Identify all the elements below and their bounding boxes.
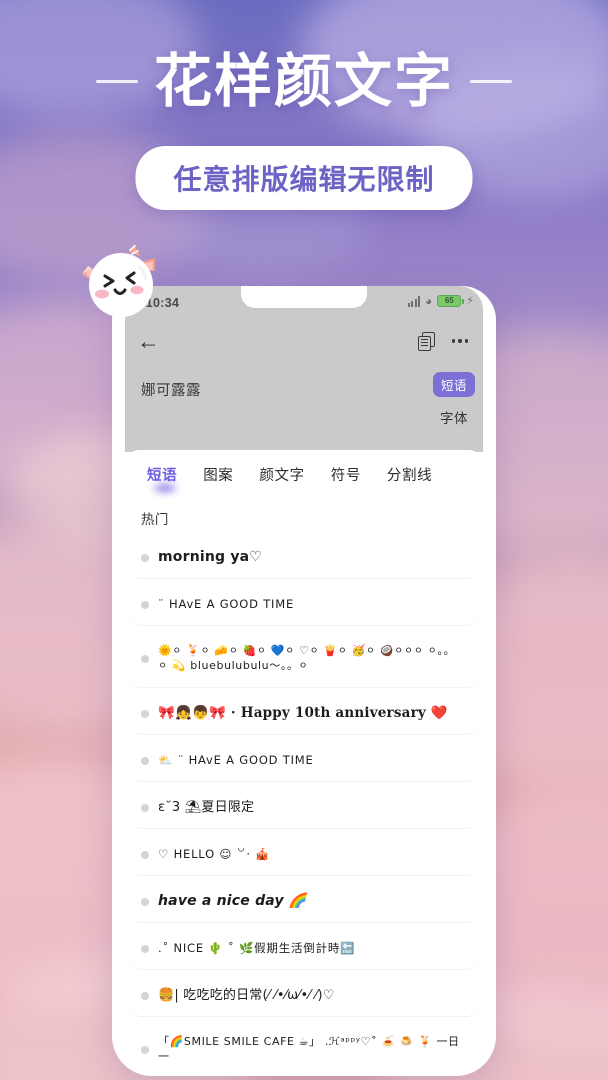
wifi-icon: ◕ [425,294,433,308]
tab-yanwenzi[interactable]: 颜文字 [246,464,317,485]
bullet-dot-icon [141,709,149,718]
list-item[interactable]: ¨ HAvE A GOOD TIME [133,584,475,625]
list-item-text: ⛅ ¨ HAvE A GOOD TIME [158,752,314,767]
list-item-text: morning ya♡ [158,549,263,566]
mascot-blush-right [130,285,144,295]
toolbar-actions [417,331,468,351]
content-sheet: 短语 图案 颜文字 符号 分割线 热门 morning ya♡ ¨ HAvE A… [125,450,483,1076]
bullet-dot-icon [141,1046,149,1054]
editor-content[interactable]: 娜可露露 [141,379,483,400]
phrase-badge[interactable]: 短语 [432,372,475,397]
bullet-dot-icon [141,944,149,953]
status-icons: ◕ 65 ⚡ [407,294,474,308]
status-bar: 午10:34 ◕ 65 ⚡ [125,286,483,316]
signal-icon [407,295,421,307]
promo-headline: 花样颜文字 [153,47,454,115]
bullet-dot-icon [141,850,149,859]
phone-screen: 午10:34 ◕ 65 ⚡ ← 娜可露露 短语 字体 短语 图案 颜文字 符号 … [125,286,483,1076]
charging-bolt-icon: ⚡ [466,294,474,307]
section-label: 热门 [141,512,169,527]
list-item-text: 🍔| 吃吃吃的日常(⁄ ⁄•⁄ω⁄•⁄ ⁄)♡ [158,987,335,1003]
list-item-text: 「🌈SMILE SMILE CAFE ☕」 .ℋᵃᵖᵖʸ♡˚ 🍝 🍮 🍹 一日一 [158,1035,460,1063]
category-tabs: 短语 图案 颜文字 符号 分割线 [125,450,483,495]
list-item[interactable]: 🍔| 吃吃吃的日常(⁄ ⁄•⁄ω⁄•⁄ ⁄)♡ [133,975,475,1016]
bullet-dot-icon [141,655,149,663]
headline-dash-right [470,79,512,83]
font-button[interactable]: 字体 [440,407,468,427]
list-item-text: ε˘3 ⛱夏日限定 [158,799,255,815]
list-item-text: 🎀👧👦🎀 · Happy 10th anniversary ❤️ [158,705,448,722]
list-item[interactable]: ⛅ ¨ HAvE A GOOD TIME [133,740,475,781]
tab-duanyu[interactable]: 短语 [139,464,190,485]
screen-notch [241,286,367,308]
list-item[interactable]: have a nice day 🌈 [133,881,475,922]
bullet-dot-icon [141,991,149,1000]
list-item[interactable]: 🎀👧👦🎀 · Happy 10th anniversary ❤️ [133,693,475,734]
list-item[interactable]: ♡ HELLO ☺ ꒡· 🎪 [133,834,475,875]
bullet-dot-icon [141,600,149,609]
more-options-icon[interactable] [451,339,468,343]
app-toolbar: ← [125,316,483,366]
phone-mockup: 午10:34 ◕ 65 ⚡ ← 娜可露露 短语 字体 短语 图案 颜文字 符号 … [112,286,496,1076]
headline-dash-left [95,79,138,83]
list-item[interactable]: morning ya♡ [133,537,475,578]
mascot-horn [129,244,140,256]
editor-side-actions: 短语 字体 [432,372,475,427]
tab-fuhao[interactable]: 符号 [318,464,374,485]
list-item-text: ¨ HAvE A GOOD TIME [158,596,295,611]
back-icon[interactable]: ← [137,329,160,353]
tab-fengexian[interactable]: 分割线 [374,464,445,485]
battery-level: 65 [444,296,454,305]
copy-icon[interactable] [417,331,435,351]
mascot-blush-left [95,289,109,299]
list-item[interactable]: .˚ NICE 🌵 ˚ 🌿假期生活倒計時🔚 [133,928,475,969]
bullet-dot-icon [141,803,149,812]
list-item[interactable]: ε˘3 ⛱夏日限定 [133,787,475,828]
tab-tuan[interactable]: 图案 [190,464,246,485]
unicorn-mascot [77,240,169,332]
list-item-text: ♡ HELLO ☺ ꒡· 🎪 [158,846,271,861]
bullet-dot-icon [141,756,149,765]
promo-headline-row: 花样颜文字 [0,52,608,110]
list-item-text: .˚ NICE 🌵 ˚ 🌿假期生活倒計時🔚 [158,940,356,955]
phrase-list: morning ya♡ ¨ HAvE A GOOD TIME 🌞⚪ 🍹⚪ 🧀⚪ … [125,537,483,1076]
list-item-text: 🌞⚪ 🍹⚪ 🧀⚪ 🍓⚪ 💙⚪ ♡⚪ 🍟⚪ 🥳⚪ 🥥⚪⚪⚪ ⚪。。⚪ 💫 blue… [158,644,456,672]
mascot-head [89,253,153,317]
bullet-dot-icon [141,553,149,562]
promo-subtitle-pill: 任意排版编辑无限制 [135,146,473,210]
bullet-dot-icon [141,897,149,906]
promo-subtitle: 任意排版编辑无限制 [173,163,435,196]
list-item[interactable]: 「🌈SMILE SMILE CAFE ☕」 .ℋᵃᵖᵖʸ♡˚ 🍝 🍮 🍹 一日一 [133,1022,475,1076]
list-item[interactable]: 🌞⚪ 🍹⚪ 🧀⚪ 🍓⚪ 💙⚪ ♡⚪ 🍟⚪ 🥳⚪ 🥥⚪⚪⚪ ⚪。。⚪ 💫 blue… [133,631,475,687]
list-item-text: have a nice day 🌈 [158,893,307,910]
battery-icon: 65 [437,295,464,307]
text-editor-area[interactable]: 娜可露露 短语 字体 [125,366,483,452]
